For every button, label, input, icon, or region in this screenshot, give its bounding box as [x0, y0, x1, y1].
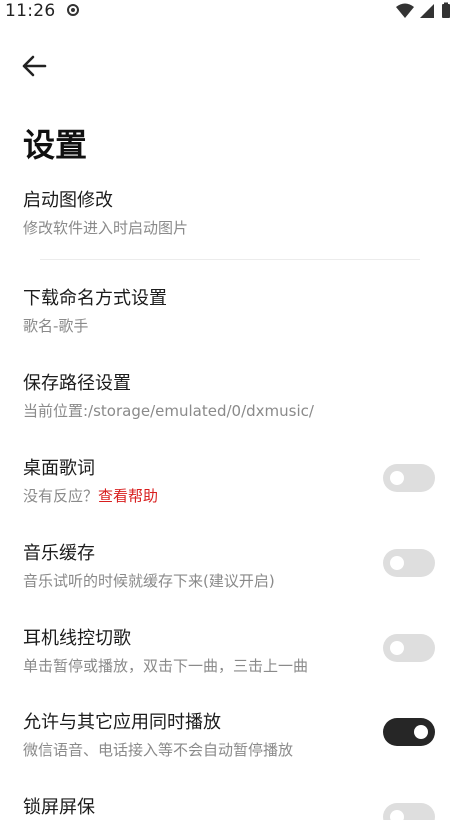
setting-row-mix-playback: 允许与其它应用同时播放 微信语音、电话接入等不会自动暂停播放	[0, 702, 458, 772]
setting-title: 锁屏屏保	[23, 797, 95, 818]
toggle-knob	[414, 725, 428, 739]
setting-row-lockscreen: 锁屏屏保	[0, 787, 458, 820]
setting-title: 允许与其它应用同时播放	[23, 712, 221, 733]
setting-subtitle: 微信语音、电话接入等不会自动暂停播放	[23, 741, 294, 759]
setting-title: 保存路径设置	[23, 373, 131, 394]
notification-dot-icon	[67, 4, 79, 16]
toggle-knob	[390, 556, 404, 570]
desktop-lyrics-toggle[interactable]	[383, 464, 435, 492]
arrow-left-icon	[22, 55, 47, 77]
subtitle-text: 没有反应？	[23, 487, 99, 505]
cell-signal-icon	[420, 4, 434, 18]
help-link[interactable]: 查看帮助	[98, 487, 158, 505]
toggle-knob	[390, 641, 404, 655]
setting-subtitle: 没有反应？查看帮助	[23, 485, 158, 506]
setting-title: 下载命名方式设置	[23, 288, 167, 309]
divider	[40, 259, 420, 260]
music-cache-toggle[interactable]	[383, 549, 435, 577]
setting-title: 启动图修改	[23, 190, 113, 211]
toggle-knob	[390, 471, 404, 485]
toggle-knob	[390, 810, 404, 820]
setting-subtitle: 当前位置:/storage/emulated/0/dxmusic/	[23, 402, 314, 420]
setting-title: 桌面歌词	[23, 458, 95, 479]
setting-title: 耳机线控切歌	[23, 628, 131, 649]
status-icons	[396, 2, 450, 18]
status-bar: 11:26	[0, 0, 458, 24]
page-title: 设置	[23, 126, 88, 164]
mix-playback-toggle[interactable]	[383, 718, 435, 746]
setting-row-desktop-lyrics: 桌面歌词 没有反应？查看帮助	[0, 448, 458, 518]
setting-subtitle: 修改软件进入时启动图片	[23, 219, 189, 237]
battery-icon	[442, 4, 450, 18]
setting-row-headset-control: 耳机线控切歌 单击暂停或播放，双击下一曲，三击上一曲	[0, 618, 458, 688]
wifi-icon	[396, 3, 414, 18]
setting-title: 音乐缓存	[23, 543, 95, 564]
setting-subtitle: 音乐试听的时候就缓存下来(建议开启)	[23, 572, 275, 590]
setting-row-splash-image[interactable]: 启动图修改 修改软件进入时启动图片	[0, 180, 458, 250]
setting-row-music-cache: 音乐缓存 音乐试听的时候就缓存下来(建议开启)	[0, 533, 458, 603]
status-time: 11:26	[5, 1, 56, 21]
setting-row-download-naming[interactable]: 下载命名方式设置 歌名-歌手	[0, 278, 458, 348]
setting-row-save-path[interactable]: 保存路径设置 当前位置:/storage/emulated/0/dxmusic/	[0, 363, 458, 433]
back-button[interactable]	[14, 48, 54, 84]
headset-control-toggle[interactable]	[383, 634, 435, 662]
setting-subtitle: 歌名-歌手	[23, 317, 89, 335]
lockscreen-toggle[interactable]	[383, 803, 435, 820]
setting-subtitle: 单击暂停或播放，双击下一曲，三击上一曲	[23, 657, 309, 675]
